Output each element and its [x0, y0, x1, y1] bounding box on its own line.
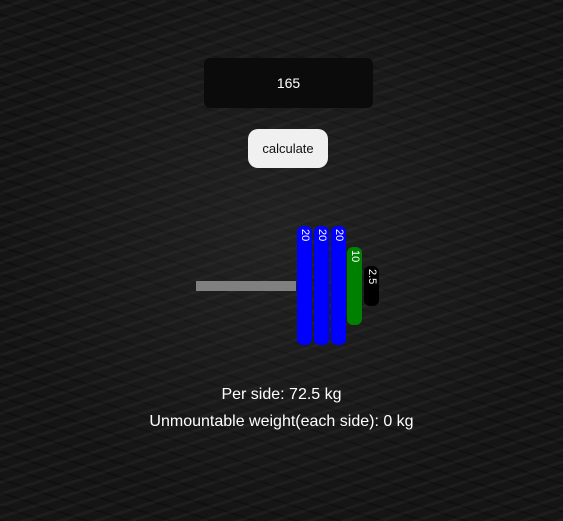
unmountable-weight-result: Unmountable weight(each side): 0 kg [149, 413, 414, 430]
plate-label: 20 [316, 229, 328, 242]
plate-2-5kg: 2.5 [364, 266, 379, 306]
plate-label: 10 [349, 250, 361, 263]
barbell-bar [196, 281, 296, 291]
plate-label: 20 [299, 229, 311, 242]
plate-label: 2.5 [366, 269, 378, 285]
plate-label: 20 [333, 229, 345, 242]
calculate-button[interactable]: calculate [248, 129, 328, 168]
weight-input[interactable] [204, 58, 373, 108]
per-side-result: Per side: 72.5 kg [221, 386, 342, 403]
plate-20kg: 20 [314, 226, 329, 345]
plate-20kg: 20 [331, 226, 346, 345]
plate-20kg: 20 [297, 226, 312, 345]
plate-10kg: 10 [347, 247, 362, 325]
